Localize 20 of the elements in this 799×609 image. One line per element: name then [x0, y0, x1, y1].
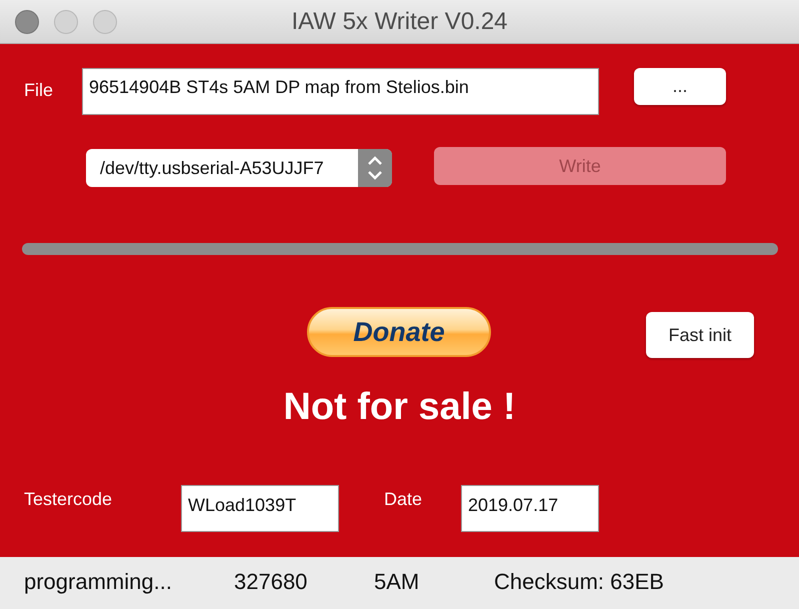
status-text: Checksum: 63EB — [494, 569, 664, 595]
testercode-field[interactable]: WLoad1039T — [181, 485, 339, 532]
stepper-icon — [358, 149, 392, 187]
window-title: IAW 5x Writer V0.24 — [291, 8, 508, 36]
browse-button[interactable]: ... — [634, 68, 726, 105]
port-select[interactable]: /dev/tty.usbserial-A53UJJF7 — [86, 149, 392, 187]
donate-button[interactable]: Donate — [307, 307, 491, 357]
notice-text: Not for sale ! — [282, 386, 517, 429]
status-text: programming... — [24, 569, 172, 595]
date-label: Date — [384, 489, 424, 510]
minimize-icon[interactable] — [54, 10, 78, 34]
status-text: 5AM — [374, 569, 420, 595]
fast-init-button[interactable]: Fast init — [646, 312, 754, 358]
status-text: 327680 — [234, 569, 308, 595]
file-label: File — [24, 80, 54, 101]
testercode-label: Testercode — [24, 489, 114, 510]
file-field[interactable]: 96514904B ST4s 5AM DP map from Stelios.bin — [82, 68, 599, 115]
close-icon[interactable] — [15, 10, 39, 34]
date-field[interactable]: 2019.07.17 — [461, 485, 599, 532]
zoom-icon[interactable] — [93, 10, 117, 34]
